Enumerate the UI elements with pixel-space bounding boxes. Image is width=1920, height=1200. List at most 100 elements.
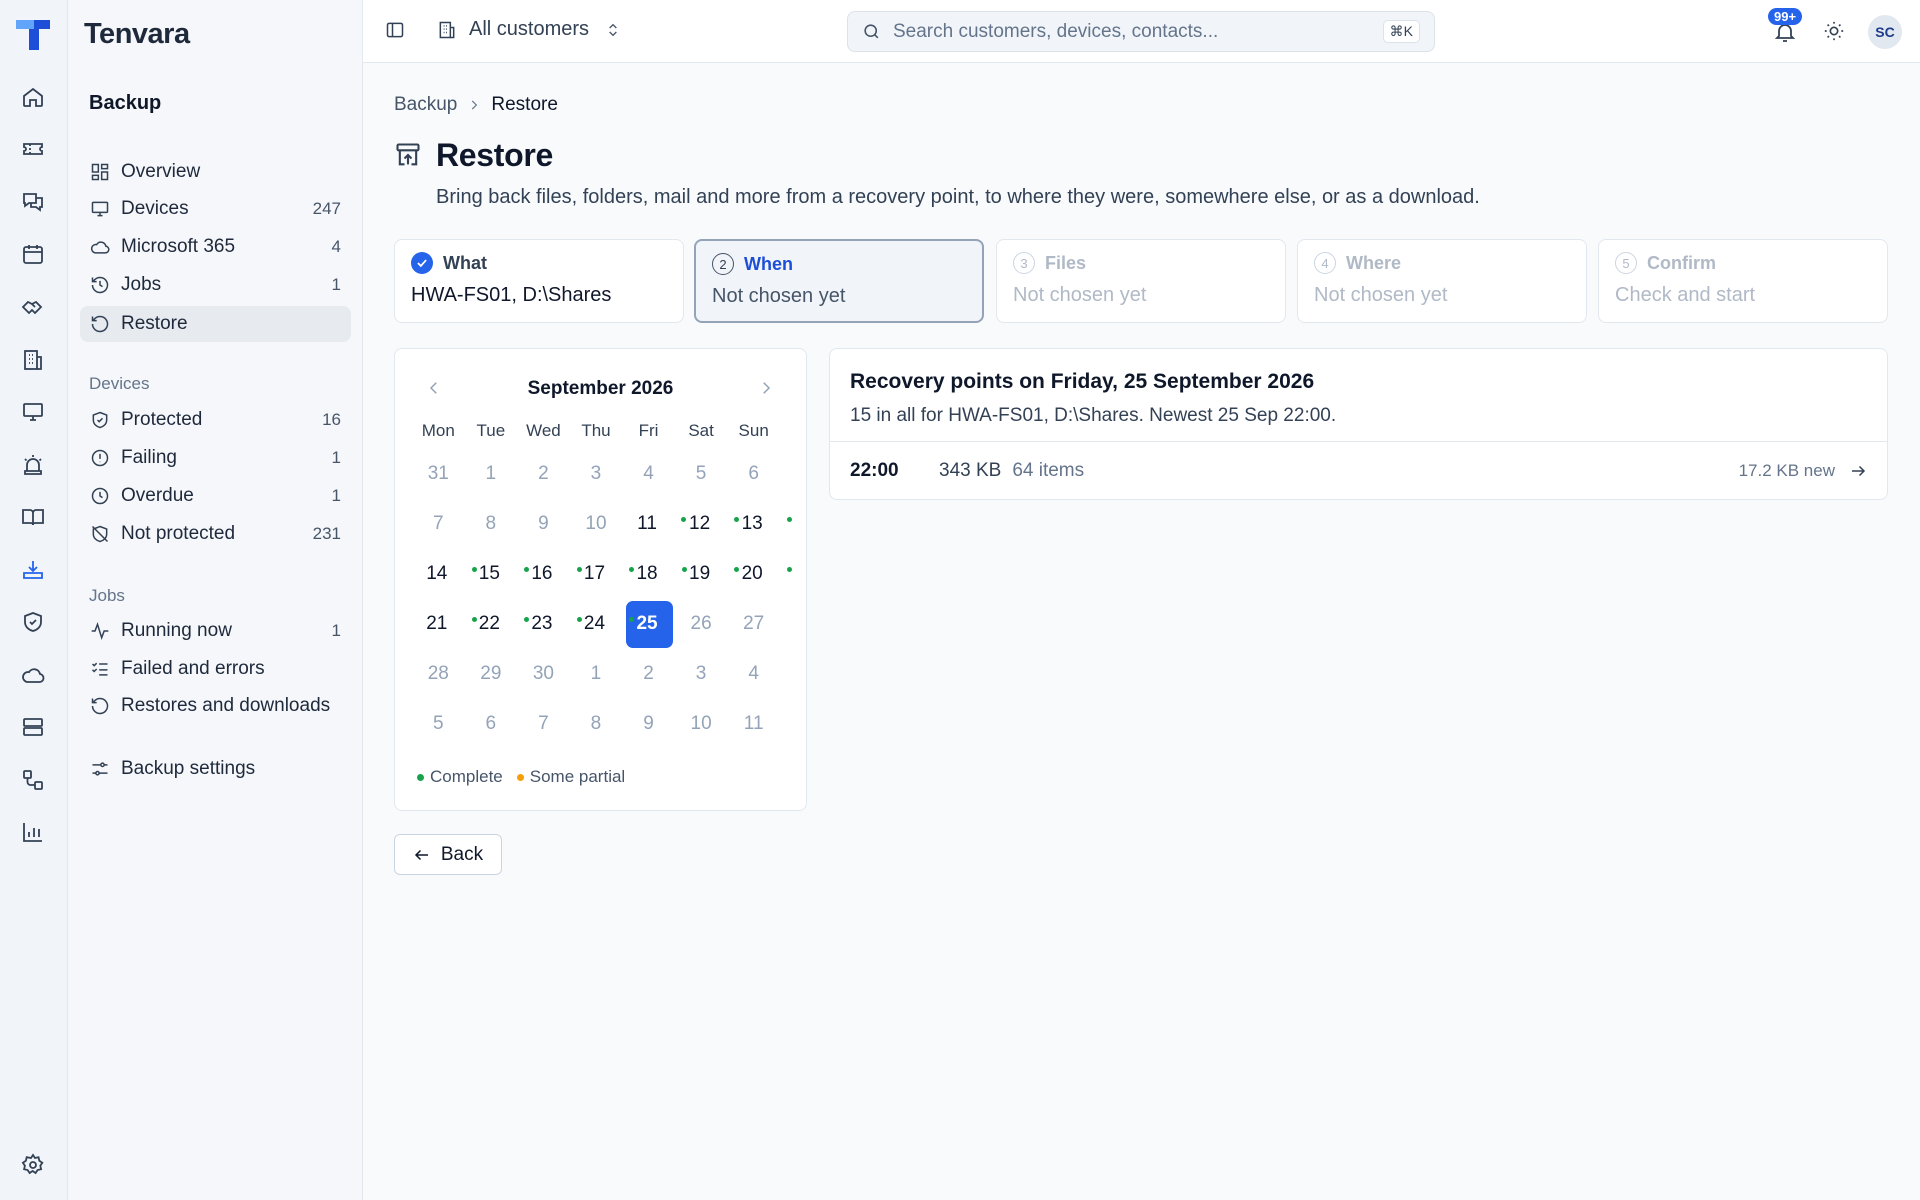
sidebar-toggle-icon[interactable] [385,20,405,40]
calendar-day-selected[interactable]: 25 [622,599,687,649]
recovery-points-summary: 15 in all for HWA-FS01, D:\Shares. Newes… [850,405,1337,426]
calendar-day-number: 18 [636,563,658,584]
server-icon[interactable] [20,714,46,740]
siren-icon[interactable] [20,452,46,478]
page-title: Restore [436,137,554,173]
breadcrumb-backup-link[interactable]: Backup [394,94,457,116]
sidebar-item-backup-settings[interactable]: Backup settings [80,751,351,787]
home-icon[interactable] [20,84,46,110]
sidebar-item-count: 16 [322,410,341,429]
book-icon[interactable] [20,504,46,530]
calendar-legend: Complete Some partial [417,767,639,787]
chat-icon[interactable] [20,189,46,215]
calendar-day: 5 [412,699,465,749]
calendar-day[interactable]: 18 [622,549,687,599]
sidebar-item-overdue[interactable]: Overdue 1 [80,478,351,514]
search-box[interactable]: ⌘K [847,11,1435,52]
sidebar-item-failing[interactable]: Failing 1 [80,440,351,476]
recovery-status-dot [471,566,477,572]
calendar-day: 4 [727,649,780,699]
archive-restore-icon [394,141,422,169]
sidebar-item-label: Failed and errors [121,658,265,679]
backup-download-icon[interactable] [20,557,46,583]
ticket-icon[interactable] [20,136,46,162]
sidebar-item-label: Protected [121,409,203,430]
calendar-day-number: 14 [426,563,448,584]
back-button[interactable]: Back [394,834,502,875]
search-input[interactable] [893,20,1383,43]
customer-selector[interactable]: All customers [437,18,621,41]
calendar-day[interactable]: 21 [412,599,477,649]
sidebar-item-microsoft-365[interactable]: Microsoft 365 4 [80,229,351,265]
sidebar-item-running-now[interactable]: Running now 1 [80,613,351,649]
workflow-icon[interactable] [20,767,46,793]
calendar-day: 10 [675,699,728,749]
sidebar-item-count: 1 [331,621,341,640]
list-checks-icon [91,662,108,676]
top-bar: All customers ⌘K 99+ SC [363,0,1920,63]
calendar-day[interactable]: 19 [675,549,740,599]
step-when[interactable]: 2 When Not chosen yet [694,239,984,323]
calendar-day-number: 28 [427,663,449,684]
calendar-day[interactable]: 12 [675,499,740,549]
settings-gear-icon[interactable] [20,1152,46,1178]
monitor-icon[interactable] [20,399,46,425]
handshake-icon[interactable] [20,294,46,320]
logo-icon[interactable] [14,16,52,52]
sidebar-item-devices[interactable]: Devices 247 [80,191,351,227]
sidebar-item-jobs[interactable]: Jobs 1 [80,267,351,303]
calendar-day-number: 31 [427,463,449,484]
step-files[interactable]: 3 Files Not chosen yet [996,239,1286,323]
recovery-point-row[interactable]: 22:00 343 KB 64 items 17.2 KB new [830,442,1887,500]
shield-icon[interactable] [20,609,46,635]
calendar-day[interactable]: 20 [727,549,792,599]
calendar-day: 8 [570,699,623,749]
step-title: Confirm [1647,252,1716,273]
sidebar-item-restores-downloads[interactable]: Restores and downloads [80,688,351,724]
date-picker-calendar: September 2026 Mon Tue Wed Thu Fri Sat Sun 31 1… [394,348,807,811]
calendar-day-number: 5 [432,713,444,734]
calendar-day-number: 4 [748,663,759,684]
sidebar-item-overview[interactable]: Overview [80,154,351,190]
calendar-day[interactable]: 22 [465,599,530,649]
chevron-up-down-icon [609,23,617,36]
sidebar-item-label: Failing [121,447,177,468]
theme-toggle-sun-icon[interactable] [1823,20,1845,42]
sidebar-item-label: Not protected [121,523,236,544]
calendar-day[interactable]: 17 [570,549,635,599]
step-confirm[interactable]: 5 Confirm Check and start [1598,239,1888,323]
calendar-grid: Mon Tue Wed Thu Fri Sat Sun 31 1 2 3 4 5 6 7 8 9 10 11 12 1… [412,421,792,749]
calendar-day[interactable]: 11 [622,499,687,549]
step-what[interactable]: What HWA-FS01, D:\Shares [394,239,684,323]
sidebar-item-failed-errors[interactable]: Failed and errors [80,651,351,687]
calendar-day[interactable]: 14 [412,549,477,599]
building-icon[interactable] [20,347,46,373]
step-value: Not chosen yet [1013,284,1147,306]
chevron-right-icon[interactable] [757,379,775,397]
cloud-icon[interactable] [20,662,46,688]
calendar-day: 9 [517,499,570,549]
calendar-day[interactable]: 13 [727,499,792,549]
activity-icon [91,622,109,640]
bar-chart-icon[interactable] [20,819,46,845]
calendar-icon[interactable] [20,241,46,267]
step-where[interactable]: 4 Where Not chosen yet [1297,239,1587,323]
sidebar-item-count: 1 [331,486,341,505]
calendar-day[interactable]: 23 [517,599,582,649]
calendar-weekday-label: Mon [421,421,455,440]
sidebar-item-not-protected[interactable]: Not protected 231 [80,516,351,552]
calendar-day: 31 [412,449,465,499]
avatar[interactable]: SC [1868,15,1902,49]
calendar-day: 3 [570,449,623,499]
calendar-day-number: 2 [643,663,654,684]
calendar-day-number: 10 [585,513,607,534]
calendar-weekday-label: Wed [526,421,561,440]
sidebar-item-restore[interactable]: Restore [80,306,351,342]
sidebar-item-protected[interactable]: Protected 16 [80,402,351,438]
history-icon [91,276,109,294]
calendar-day-number: 25 [636,613,658,634]
calendar-day[interactable]: 16 [517,549,582,599]
sidebar-item-label: Restores and downloads [121,695,331,716]
calendar-day[interactable]: 24 [570,599,635,649]
calendar-day[interactable]: 15 [465,549,530,599]
